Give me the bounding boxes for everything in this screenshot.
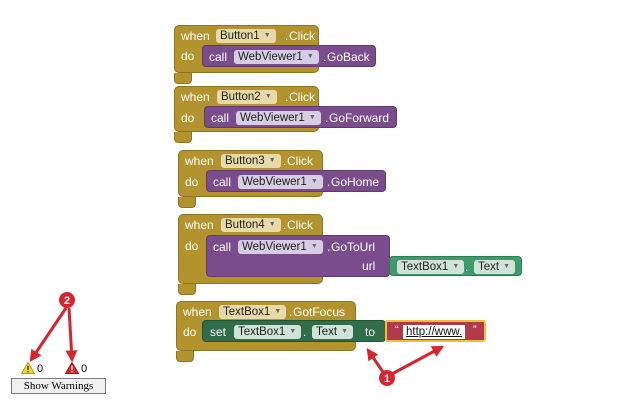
callout-arrows: 2 1 xyxy=(29,292,445,386)
callout-arrow xyxy=(65,307,78,363)
warning-count: 0 xyxy=(37,363,44,375)
callout-arrow xyxy=(29,307,68,362)
callout-label-2: 2 xyxy=(64,295,70,307)
callout-arrow xyxy=(389,345,445,377)
callout-label-1: 1 xyxy=(384,373,390,385)
error-count: 0 xyxy=(81,363,88,375)
error-icon xyxy=(65,362,79,374)
callout-arrow xyxy=(366,348,387,376)
show-warnings-button[interactable]: Show Warnings xyxy=(11,378,106,394)
warning-icon xyxy=(21,362,35,374)
